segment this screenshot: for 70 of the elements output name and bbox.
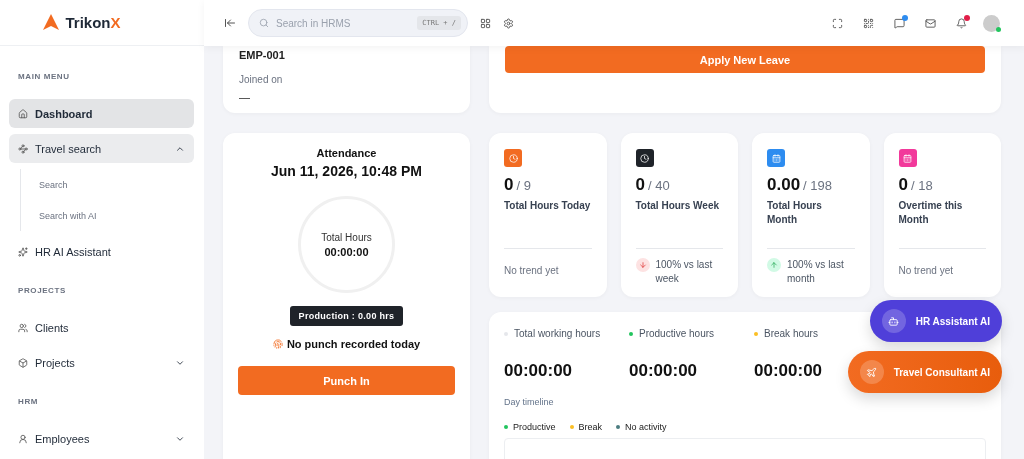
stat-total: / 198 bbox=[803, 178, 832, 193]
attendance-title: Attendance bbox=[316, 147, 377, 159]
bell-icon[interactable] bbox=[956, 17, 967, 29]
notification-dot bbox=[902, 14, 908, 21]
sidebar-item[interactable]: Employees bbox=[9, 424, 194, 453]
section-heading: MAIN MENU bbox=[17, 71, 71, 83]
metric-value: 00:00:00 bbox=[629, 361, 698, 381]
sidebar-subitem[interactable]: Search bbox=[39, 169, 194, 200]
chat-icon[interactable] bbox=[894, 17, 905, 29]
metric-label: Productive hours bbox=[639, 328, 715, 339]
robot-icon bbox=[881, 309, 906, 333]
punch-status: No punch recorded today bbox=[286, 338, 421, 350]
joined-label: Joined on bbox=[239, 74, 284, 85]
section-heading: PROJECTS bbox=[17, 285, 67, 297]
settings-icon[interactable] bbox=[503, 17, 514, 29]
metric-value: 00:00:00 bbox=[754, 361, 823, 381]
brand-name: TrikonX bbox=[65, 14, 121, 31]
trend-text: 100% vs last week bbox=[655, 258, 714, 285]
fullscreen-icon[interactable] bbox=[832, 17, 843, 29]
sidebar-item[interactable]: Projects bbox=[9, 348, 194, 377]
route-icon bbox=[18, 143, 28, 154]
sidebar-item[interactable]: Clients bbox=[9, 313, 194, 342]
search-icon bbox=[259, 18, 269, 28]
sidebar-item[interactable]: Dashboard bbox=[9, 99, 194, 128]
sidebar-item[interactable]: HR AI Assistant bbox=[9, 237, 194, 266]
stat-value: 0.00 bbox=[767, 175, 801, 195]
ring-label: Total Hours bbox=[321, 231, 372, 243]
employee-id: EMP-001 bbox=[239, 48, 286, 62]
production-label: Production : 0.00 hrs bbox=[289, 306, 404, 326]
cube-icon bbox=[18, 357, 28, 368]
fingerprint-icon bbox=[272, 339, 283, 349]
grid-icon[interactable] bbox=[480, 17, 491, 29]
stat-total: / 9 bbox=[516, 178, 531, 193]
sidebar-subitem[interactable]: Search with AI bbox=[39, 200, 194, 231]
stat-label: Total Hours Month bbox=[767, 199, 823, 227]
metric-label: Break hours bbox=[764, 328, 818, 339]
search-input[interactable]: Search in HRMS bbox=[274, 16, 413, 30]
stat-value: 0 bbox=[898, 175, 908, 195]
legend-label: Productive bbox=[513, 422, 556, 432]
sidebar-item[interactable]: Travel search bbox=[9, 134, 194, 163]
collapse-sidebar-icon[interactable] bbox=[224, 17, 236, 29]
home-icon bbox=[18, 108, 28, 119]
stat-total: / 18 bbox=[910, 178, 933, 193]
trend-text: No trend yet bbox=[898, 264, 953, 278]
timeline-title: Day timeline bbox=[504, 397, 555, 407]
metric-label: Total working hours bbox=[514, 328, 601, 339]
mail-icon[interactable] bbox=[925, 17, 936, 29]
metric-value: 00:00:00 bbox=[504, 361, 573, 381]
stat-value: 0 bbox=[635, 175, 645, 195]
logo-icon bbox=[43, 14, 60, 31]
section-heading: HRM bbox=[17, 396, 40, 408]
attendance-datetime: Jun 11, 2026, 10:48 PM bbox=[271, 163, 422, 179]
stat-label: Total Hours Week bbox=[635, 199, 721, 213]
ring-value: 00:00:00 bbox=[324, 245, 369, 258]
plane-icon bbox=[859, 360, 884, 384]
sparkles-icon bbox=[18, 246, 28, 257]
trend-text: No trend yet bbox=[504, 264, 559, 278]
users-icon bbox=[18, 322, 28, 333]
stat-total: / 40 bbox=[647, 178, 670, 193]
joined-value: — bbox=[239, 91, 251, 103]
stat-value: 0 bbox=[504, 175, 514, 195]
notification-dot bbox=[964, 14, 970, 21]
legend-label: Break bbox=[578, 422, 603, 432]
assistant-button[interactable]: HR Assistant AI bbox=[869, 300, 1002, 342]
trend-text: 100% vs last month bbox=[787, 258, 845, 285]
user-icon bbox=[18, 433, 28, 444]
grid-icon[interactable] bbox=[863, 17, 874, 29]
stat-label: Total Hours Today bbox=[504, 199, 592, 213]
stat-label: Overtime this Month bbox=[898, 199, 964, 227]
legend-label: No activity bbox=[625, 422, 667, 432]
